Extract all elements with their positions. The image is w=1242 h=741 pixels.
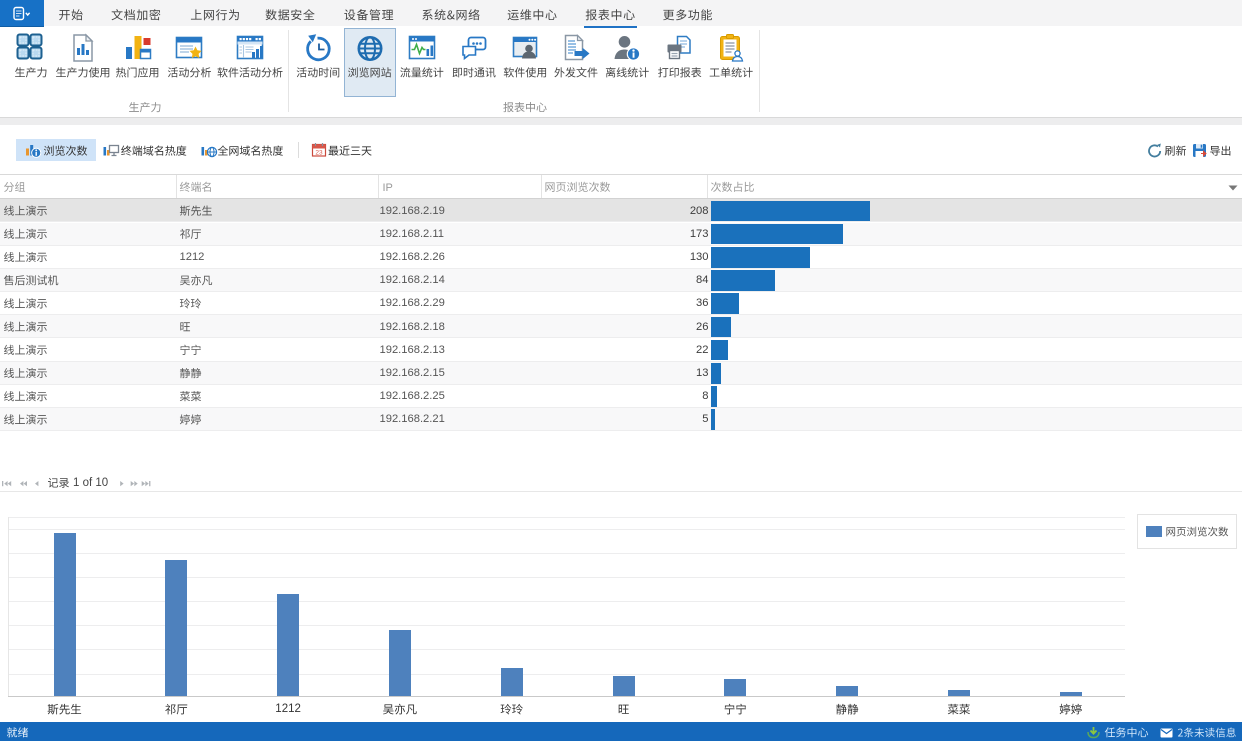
svg-text:23: 23 — [315, 150, 323, 157]
